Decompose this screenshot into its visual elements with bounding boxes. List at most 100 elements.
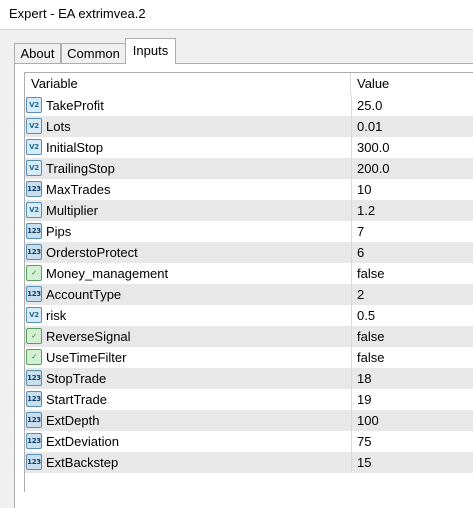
integer-type-icon: 123 <box>26 391 42 407</box>
variable-value[interactable]: 25.0 <box>357 95 382 116</box>
column-divider <box>351 263 352 284</box>
integer-type-icon: 123 <box>26 223 42 239</box>
integer-type-icon: 123 <box>26 286 42 302</box>
table-row[interactable]: 123 ExtDeviation 75 <box>25 431 473 452</box>
variable-value[interactable]: 10 <box>357 179 371 200</box>
column-divider <box>351 389 352 410</box>
bool-type-icon: ✓ <box>26 349 42 365</box>
window-title: Expert - EA extrimvea.2 <box>9 6 146 21</box>
column-divider <box>351 305 352 326</box>
variable-value[interactable]: 100 <box>357 410 379 431</box>
column-divider <box>351 221 352 242</box>
table-row[interactable]: V2 risk 0.5 <box>25 305 473 326</box>
tab-common[interactable]: Common <box>61 43 126 63</box>
column-divider <box>351 242 352 263</box>
table-row[interactable]: ✓ Money_management false <box>25 263 473 284</box>
column-divider <box>351 200 352 221</box>
column-divider <box>351 95 352 116</box>
table-row[interactable]: ✓ ReverseSignal false <box>25 326 473 347</box>
double-type-icon: V2 <box>26 160 42 176</box>
variable-value[interactable]: 75 <box>357 431 371 452</box>
column-divider <box>351 410 352 431</box>
table-row[interactable]: 123 ExtDepth 100 <box>25 410 473 431</box>
variable-name: UseTimeFilter <box>46 350 127 365</box>
double-type-icon: V2 <box>26 139 42 155</box>
integer-type-icon: 123 <box>26 244 42 260</box>
column-divider <box>351 116 352 137</box>
variable-name: OrderstoProtect <box>46 245 138 260</box>
table-header: Variable Value <box>25 73 473 95</box>
double-type-icon: V2 <box>26 307 42 323</box>
column-divider <box>351 179 352 200</box>
table-row[interactable]: 123 StartTrade 19 <box>25 389 473 410</box>
table-row[interactable]: 123 OrderstoProtect 6 <box>25 242 473 263</box>
integer-type-icon: 123 <box>26 433 42 449</box>
column-divider <box>351 326 352 347</box>
table-row[interactable]: 123 StopTrade 18 <box>25 368 473 389</box>
variable-name: Pips <box>46 224 72 239</box>
integer-type-icon: 123 <box>26 454 42 470</box>
variable-name: InitialStop <box>46 140 104 155</box>
variable-value[interactable]: 0.5 <box>357 305 375 326</box>
column-divider <box>351 347 352 368</box>
column-divider <box>351 137 352 158</box>
variable-name: ExtDeviation <box>46 434 119 449</box>
integer-type-icon: 123 <box>26 412 42 428</box>
variable-value[interactable]: 300.0 <box>357 137 390 158</box>
table-row[interactable]: 123 Pips 7 <box>25 221 473 242</box>
variable-name: risk <box>46 308 67 323</box>
table-row[interactable]: V2 Lots 0.01 <box>25 116 473 137</box>
variable-name: Lots <box>46 119 71 134</box>
table-row[interactable]: 123 MaxTrades 10 <box>25 179 473 200</box>
table-row[interactable]: V2 TakeProfit 25.0 <box>25 95 473 116</box>
variable-value[interactable]: 19 <box>357 389 371 410</box>
column-divider <box>351 431 352 452</box>
variable-value[interactable]: false <box>357 326 384 347</box>
variable-value[interactable]: 6 <box>357 242 364 263</box>
variable-name: Money_management <box>46 266 169 281</box>
bool-type-icon: ✓ <box>26 265 42 281</box>
column-header-value[interactable]: Value <box>351 73 473 95</box>
table-row[interactable]: ✓ UseTimeFilter false <box>25 347 473 368</box>
tab-inputs[interactable]: Inputs <box>125 38 176 64</box>
table-row[interactable]: V2 InitialStop 300.0 <box>25 137 473 158</box>
column-divider <box>351 368 352 389</box>
bool-type-icon: ✓ <box>26 328 42 344</box>
variable-name: TrailingStop <box>46 161 115 176</box>
variable-value[interactable]: 200.0 <box>357 158 390 179</box>
variable-value[interactable]: 2 <box>357 284 364 305</box>
variable-value[interactable]: false <box>357 263 384 284</box>
double-type-icon: V2 <box>26 97 42 113</box>
variable-name: StartTrade <box>46 392 107 407</box>
title-bar: Expert - EA extrimvea.2 <box>0 0 473 30</box>
table-row[interactable]: 123 AccountType 2 <box>25 284 473 305</box>
variable-name: ExtDepth <box>46 413 100 428</box>
variable-value[interactable]: 7 <box>357 221 364 242</box>
column-divider <box>351 452 352 473</box>
variable-name: ExtBackstep <box>46 455 119 470</box>
column-header-variable[interactable]: Variable <box>25 73 351 95</box>
inputs-panel: Variable Value V2 TakeProfit 25.0 V2 Lots 0.0… <box>14 63 473 508</box>
table-row[interactable]: V2 TrailingStop 200.0 <box>25 158 473 179</box>
variable-name: TakeProfit <box>46 98 104 113</box>
inputs-table: Variable Value V2 TakeProfit 25.0 V2 Lots 0.0… <box>24 72 473 492</box>
variable-value[interactable]: 18 <box>357 368 371 389</box>
column-divider <box>351 284 352 305</box>
variable-value[interactable]: false <box>357 347 384 368</box>
variable-name: Multiplier <box>46 203 99 218</box>
double-type-icon: V2 <box>26 202 42 218</box>
variable-value[interactable]: 1.2 <box>357 200 375 221</box>
variable-name: MaxTrades <box>46 182 111 197</box>
double-type-icon: V2 <box>26 118 42 134</box>
table-row[interactable]: V2 Multiplier 1.2 <box>25 200 473 221</box>
integer-type-icon: 123 <box>26 370 42 386</box>
integer-type-icon: 123 <box>26 181 42 197</box>
variable-name: AccountType <box>46 287 122 302</box>
variable-value[interactable]: 0.01 <box>357 116 382 137</box>
tab-about[interactable]: About <box>14 43 61 63</box>
variable-name: StopTrade <box>46 371 107 386</box>
table-row[interactable]: 123 ExtBackstep 15 <box>25 452 473 473</box>
column-divider <box>351 158 352 179</box>
table-body: V2 TakeProfit 25.0 V2 Lots 0.01 V2 InitialStop 3… <box>25 95 473 473</box>
variable-value[interactable]: 15 <box>357 452 371 473</box>
